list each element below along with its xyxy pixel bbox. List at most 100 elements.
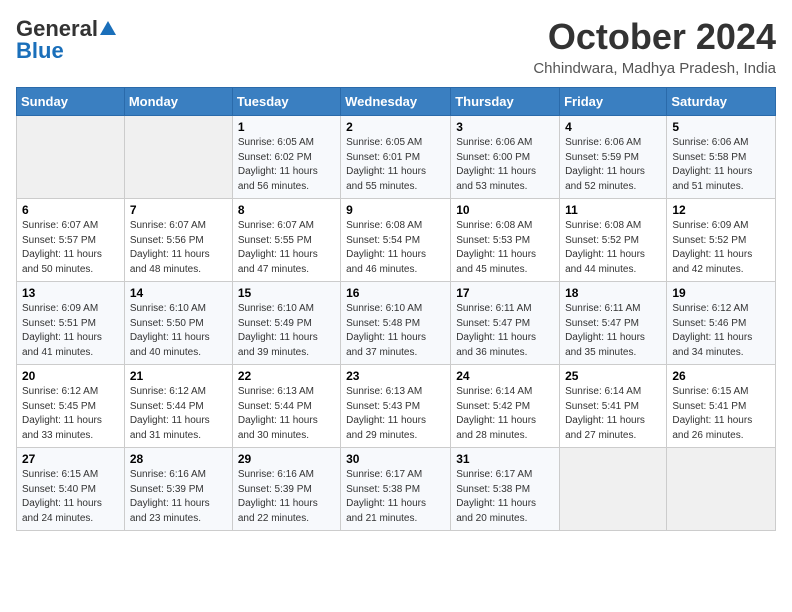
day-header-monday: Monday (124, 88, 232, 116)
day-detail: Sunrise: 6:15 AMSunset: 5:41 PMDaylight:… (672, 386, 752, 441)
day-detail: Sunrise: 6:11 AMSunset: 5:47 PMDaylight:… (565, 303, 645, 358)
calendar-cell: 22 Sunrise: 6:13 AMSunset: 5:44 PMDaylig… (232, 365, 340, 448)
calendar-cell: 27 Sunrise: 6:15 AMSunset: 5:40 PMDaylig… (17, 448, 125, 531)
day-number: 1 (238, 120, 335, 134)
title-block: October 2024 Chhindwara, Madhya Pradesh,… (533, 16, 776, 77)
day-number: 29 (238, 452, 335, 466)
calendar-cell: 13 Sunrise: 6:09 AMSunset: 5:51 PMDaylig… (17, 282, 125, 365)
page-header: General Blue October 2024 Chhindwara, Ma… (16, 16, 776, 77)
calendar-cell: 21 Sunrise: 6:12 AMSunset: 5:44 PMDaylig… (124, 365, 232, 448)
calendar-cell: 1 Sunrise: 6:05 AMSunset: 6:02 PMDayligh… (232, 116, 340, 199)
day-number: 18 (565, 286, 661, 300)
calendar-cell: 19 Sunrise: 6:12 AMSunset: 5:46 PMDaylig… (667, 282, 776, 365)
calendar-cell: 16 Sunrise: 6:10 AMSunset: 5:48 PMDaylig… (341, 282, 451, 365)
day-detail: Sunrise: 6:08 AMSunset: 5:52 PMDaylight:… (565, 220, 645, 275)
day-number: 7 (130, 203, 227, 217)
day-number: 22 (238, 369, 335, 383)
day-detail: Sunrise: 6:13 AMSunset: 5:43 PMDaylight:… (346, 386, 426, 441)
day-detail: Sunrise: 6:05 AMSunset: 6:02 PMDaylight:… (238, 137, 318, 192)
calendar-cell: 18 Sunrise: 6:11 AMSunset: 5:47 PMDaylig… (560, 282, 667, 365)
day-number: 24 (456, 369, 554, 383)
day-detail: Sunrise: 6:13 AMSunset: 5:44 PMDaylight:… (238, 386, 318, 441)
day-number: 10 (456, 203, 554, 217)
day-detail: Sunrise: 6:16 AMSunset: 5:39 PMDaylight:… (130, 469, 210, 524)
calendar-cell: 23 Sunrise: 6:13 AMSunset: 5:43 PMDaylig… (341, 365, 451, 448)
day-detail: Sunrise: 6:07 AMSunset: 5:57 PMDaylight:… (22, 220, 102, 275)
day-detail: Sunrise: 6:06 AMSunset: 5:59 PMDaylight:… (565, 137, 645, 192)
calendar-cell (667, 448, 776, 531)
week-row-4: 20 Sunrise: 6:12 AMSunset: 5:45 PMDaylig… (17, 365, 776, 448)
day-detail: Sunrise: 6:12 AMSunset: 5:44 PMDaylight:… (130, 386, 210, 441)
calendar-cell: 2 Sunrise: 6:05 AMSunset: 6:01 PMDayligh… (341, 116, 451, 199)
calendar-cell: 6 Sunrise: 6:07 AMSunset: 5:57 PMDayligh… (17, 199, 125, 282)
calendar-cell: 20 Sunrise: 6:12 AMSunset: 5:45 PMDaylig… (17, 365, 125, 448)
day-number: 21 (130, 369, 227, 383)
calendar-cell: 3 Sunrise: 6:06 AMSunset: 6:00 PMDayligh… (451, 116, 560, 199)
day-number: 6 (22, 203, 119, 217)
month-title: October 2024 (533, 16, 776, 58)
day-number: 4 (565, 120, 661, 134)
day-number: 5 (672, 120, 770, 134)
logo-blue-text: Blue (16, 38, 64, 64)
day-number: 14 (130, 286, 227, 300)
calendar-cell: 7 Sunrise: 6:07 AMSunset: 5:56 PMDayligh… (124, 199, 232, 282)
day-number: 8 (238, 203, 335, 217)
day-detail: Sunrise: 6:09 AMSunset: 5:51 PMDaylight:… (22, 303, 102, 358)
day-header-wednesday: Wednesday (341, 88, 451, 116)
calendar-cell: 24 Sunrise: 6:14 AMSunset: 5:42 PMDaylig… (451, 365, 560, 448)
week-row-5: 27 Sunrise: 6:15 AMSunset: 5:40 PMDaylig… (17, 448, 776, 531)
day-detail: Sunrise: 6:10 AMSunset: 5:48 PMDaylight:… (346, 303, 426, 358)
day-detail: Sunrise: 6:14 AMSunset: 5:41 PMDaylight:… (565, 386, 645, 441)
day-detail: Sunrise: 6:12 AMSunset: 5:45 PMDaylight:… (22, 386, 102, 441)
calendar-cell: 5 Sunrise: 6:06 AMSunset: 5:58 PMDayligh… (667, 116, 776, 199)
location-subtitle: Chhindwara, Madhya Pradesh, India (533, 60, 776, 77)
day-number: 20 (22, 369, 119, 383)
day-number: 12 (672, 203, 770, 217)
day-number: 27 (22, 452, 119, 466)
calendar-body: 1 Sunrise: 6:05 AMSunset: 6:02 PMDayligh… (17, 116, 776, 531)
day-number: 3 (456, 120, 554, 134)
calendar-cell: 17 Sunrise: 6:11 AMSunset: 5:47 PMDaylig… (451, 282, 560, 365)
day-detail: Sunrise: 6:09 AMSunset: 5:52 PMDaylight:… (672, 220, 752, 275)
day-detail: Sunrise: 6:05 AMSunset: 6:01 PMDaylight:… (346, 137, 426, 192)
day-detail: Sunrise: 6:08 AMSunset: 5:53 PMDaylight:… (456, 220, 536, 275)
calendar-cell: 29 Sunrise: 6:16 AMSunset: 5:39 PMDaylig… (232, 448, 340, 531)
calendar-cell: 12 Sunrise: 6:09 AMSunset: 5:52 PMDaylig… (667, 199, 776, 282)
calendar-cell: 28 Sunrise: 6:16 AMSunset: 5:39 PMDaylig… (124, 448, 232, 531)
day-detail: Sunrise: 6:17 AMSunset: 5:38 PMDaylight:… (456, 469, 536, 524)
day-number: 17 (456, 286, 554, 300)
calendar-cell: 31 Sunrise: 6:17 AMSunset: 5:38 PMDaylig… (451, 448, 560, 531)
day-detail: Sunrise: 6:06 AMSunset: 6:00 PMDaylight:… (456, 137, 536, 192)
day-number: 30 (346, 452, 445, 466)
logo: General Blue (16, 16, 116, 64)
day-header-sunday: Sunday (17, 88, 125, 116)
calendar-cell (17, 116, 125, 199)
day-detail: Sunrise: 6:17 AMSunset: 5:38 PMDaylight:… (346, 469, 426, 524)
calendar-cell: 10 Sunrise: 6:08 AMSunset: 5:53 PMDaylig… (451, 199, 560, 282)
calendar-cell: 25 Sunrise: 6:14 AMSunset: 5:41 PMDaylig… (560, 365, 667, 448)
day-header-tuesday: Tuesday (232, 88, 340, 116)
day-number: 11 (565, 203, 661, 217)
day-number: 19 (672, 286, 770, 300)
calendar-header: SundayMondayTuesdayWednesdayThursdayFrid… (17, 88, 776, 116)
week-row-1: 1 Sunrise: 6:05 AMSunset: 6:02 PMDayligh… (17, 116, 776, 199)
day-detail: Sunrise: 6:16 AMSunset: 5:39 PMDaylight:… (238, 469, 318, 524)
day-number: 23 (346, 369, 445, 383)
day-header-saturday: Saturday (667, 88, 776, 116)
day-detail: Sunrise: 6:06 AMSunset: 5:58 PMDaylight:… (672, 137, 752, 192)
logo-triangle-icon (100, 21, 116, 35)
calendar-cell: 8 Sunrise: 6:07 AMSunset: 5:55 PMDayligh… (232, 199, 340, 282)
calendar-cell: 4 Sunrise: 6:06 AMSunset: 5:59 PMDayligh… (560, 116, 667, 199)
day-detail: Sunrise: 6:10 AMSunset: 5:50 PMDaylight:… (130, 303, 210, 358)
day-detail: Sunrise: 6:11 AMSunset: 5:47 PMDaylight:… (456, 303, 536, 358)
day-detail: Sunrise: 6:07 AMSunset: 5:55 PMDaylight:… (238, 220, 318, 275)
day-number: 31 (456, 452, 554, 466)
day-number: 25 (565, 369, 661, 383)
day-number: 9 (346, 203, 445, 217)
calendar-cell (560, 448, 667, 531)
week-row-3: 13 Sunrise: 6:09 AMSunset: 5:51 PMDaylig… (17, 282, 776, 365)
day-header-friday: Friday (560, 88, 667, 116)
header-row: SundayMondayTuesdayWednesdayThursdayFrid… (17, 88, 776, 116)
day-detail: Sunrise: 6:10 AMSunset: 5:49 PMDaylight:… (238, 303, 318, 358)
calendar-cell: 30 Sunrise: 6:17 AMSunset: 5:38 PMDaylig… (341, 448, 451, 531)
